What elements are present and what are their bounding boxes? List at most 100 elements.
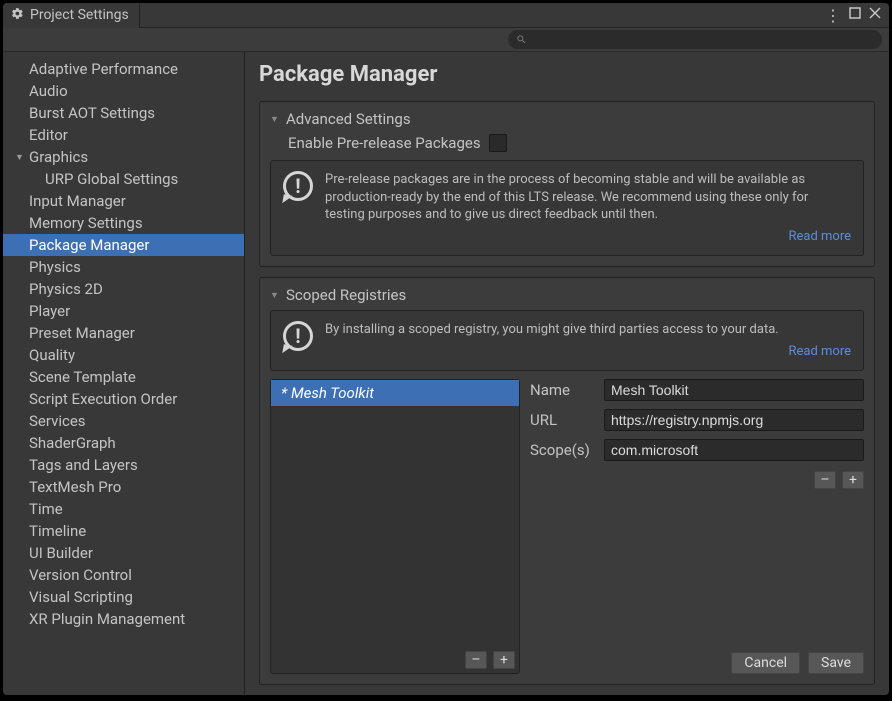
chevron-icon: ▼ [15, 152, 27, 163]
search-toolbar [3, 28, 889, 52]
add-scope-button[interactable]: + [842, 471, 864, 489]
remove-registry-button[interactable]: – [465, 651, 487, 669]
page-title: Package Manager [259, 62, 875, 87]
titlebar: Project Settings ⋮ [3, 3, 889, 28]
registry-scopes-label: Scope(s) [530, 441, 594, 459]
sidebar-item-ui-builder[interactable]: UI Builder [3, 542, 244, 564]
sidebar-item-graphics[interactable]: ▼Graphics [3, 146, 244, 168]
advanced-settings-header-label: Advanced Settings [286, 110, 411, 128]
scoped-registries-header[interactable]: ▼ Scoped Registries [270, 286, 864, 304]
sidebar-item-shadergraph[interactable]: ShaderGraph [3, 432, 244, 454]
sidebar-item-adaptive-performance[interactable]: Adaptive Performance [3, 58, 244, 80]
sidebar-item-player[interactable]: Player [3, 300, 244, 322]
sidebar-item-label: Scene Template [29, 368, 136, 386]
sidebar-item-script-execution-order[interactable]: Script Execution Order [3, 388, 244, 410]
scoped-info-text: By installing a scoped registry, you mig… [325, 322, 779, 337]
sidebar-item-label: TextMesh Pro [29, 478, 121, 496]
sidebar-item-textmesh-pro[interactable]: TextMesh Pro [3, 476, 244, 498]
window-title: Project Settings [30, 7, 129, 23]
sidebar-item-label: Timeline [29, 522, 86, 540]
advanced-settings-header[interactable]: ▼ Advanced Settings [270, 110, 864, 128]
sidebar-item-label: Version Control [29, 566, 132, 584]
gear-icon [11, 7, 24, 24]
sidebar-item-label: Adaptive Performance [29, 60, 178, 78]
scoped-info-box: ! By installing a scoped registry, you m… [270, 310, 864, 371]
close-icon[interactable] [869, 7, 881, 23]
info-icon: ! [283, 171, 313, 201]
sidebar-item-audio[interactable]: Audio [3, 80, 244, 102]
sidebar-item-label: Graphics [29, 148, 88, 166]
sidebar-item-input-manager[interactable]: Input Manager [3, 190, 244, 212]
sidebar-item-urp-global-settings[interactable]: URP Global Settings [3, 168, 244, 190]
remove-scope-button[interactable]: – [814, 471, 836, 489]
window-tab[interactable]: Project Settings [3, 3, 140, 28]
enable-prerelease-checkbox[interactable] [489, 134, 507, 152]
settings-sidebar: Adaptive Performance Audio Burst AOT Setti… [3, 52, 245, 695]
sidebar-item-label: URP Global Settings [45, 170, 178, 188]
registry-url-label: URL [530, 411, 594, 429]
maximize-icon[interactable] [849, 7, 861, 23]
registry-list-item[interactable]: * Mesh Toolkit [271, 380, 519, 406]
sidebar-item-label: Package Manager [29, 236, 149, 254]
sidebar-item-label: Physics 2D [29, 280, 103, 298]
sidebar-item-time[interactable]: Time [3, 498, 244, 520]
chevron-down-icon: ▼ [270, 114, 282, 125]
sidebar-item-xr-plugin-management[interactable]: XR Plugin Management [3, 608, 244, 630]
sidebar-item-memory-settings[interactable]: Memory Settings [3, 212, 244, 234]
advanced-settings-section: ▼ Advanced Settings Enable Pre-release P… [259, 101, 875, 267]
sidebar-item-physics[interactable]: Physics [3, 256, 244, 278]
sidebar-item-label: Time [29, 500, 63, 518]
kebab-menu-icon[interactable]: ⋮ [825, 6, 841, 25]
sidebar-item-label: Preset Manager [29, 324, 135, 342]
chevron-down-icon: ▼ [270, 290, 282, 301]
prerelease-read-more-link[interactable]: Read more [325, 228, 851, 246]
main-panel: Package Manager ▼ Advanced Settings Enab… [245, 52, 889, 695]
sidebar-item-label: Physics [29, 258, 81, 276]
prerelease-info-text: Pre-release packages are in the process … [325, 172, 808, 222]
info-icon: ! [283, 321, 313, 351]
sidebar-item-label: Script Execution Order [29, 390, 177, 408]
cancel-button[interactable]: Cancel [731, 652, 800, 674]
sidebar-item-burst-aot-settings[interactable]: Burst AOT Settings [3, 102, 244, 124]
registry-list: * Mesh Toolkit – + [270, 379, 520, 674]
sidebar-item-label: Visual Scripting [29, 588, 133, 606]
sidebar-item-label: Services [29, 412, 86, 430]
sidebar-item-scene-template[interactable]: Scene Template [3, 366, 244, 388]
sidebar-item-label: Editor [29, 126, 68, 144]
sidebar-item-visual-scripting[interactable]: Visual Scripting [3, 586, 244, 608]
save-button[interactable]: Save [808, 652, 864, 674]
registry-scope-input[interactable] [604, 439, 864, 461]
sidebar-item-quality[interactable]: Quality [3, 344, 244, 366]
sidebar-item-label: Tags and Layers [29, 456, 138, 474]
sidebar-item-label: XR Plugin Management [29, 610, 185, 628]
sidebar-item-label: Quality [29, 346, 75, 364]
registry-form: Name URL Scope(s) – + [530, 379, 864, 674]
sidebar-item-label: ShaderGraph [29, 434, 116, 452]
registry-name-label: Name [530, 381, 594, 399]
sidebar-item-physics-2d[interactable]: Physics 2D [3, 278, 244, 300]
registry-url-input[interactable] [604, 409, 864, 431]
search-input[interactable] [533, 33, 874, 47]
sidebar-item-tags-and-layers[interactable]: Tags and Layers [3, 454, 244, 476]
add-registry-button[interactable]: + [493, 651, 515, 669]
sidebar-item-timeline[interactable]: Timeline [3, 520, 244, 542]
sidebar-item-label: Burst AOT Settings [29, 104, 155, 122]
sidebar-item-label: Input Manager [29, 192, 126, 210]
sidebar-item-editor[interactable]: Editor [3, 124, 244, 146]
sidebar-item-version-control[interactable]: Version Control [3, 564, 244, 586]
prerelease-info-box: ! Pre-release packages are in the proces… [270, 160, 864, 256]
scoped-registries-body: * Mesh Toolkit – + Name URL [270, 379, 864, 674]
search-icon [516, 34, 527, 45]
sidebar-item-preset-manager[interactable]: Preset Manager [3, 322, 244, 344]
scoped-read-more-link[interactable]: Read more [325, 343, 851, 361]
sidebar-item-services[interactable]: Services [3, 410, 244, 432]
project-settings-window: Project Settings ⋮ Adaptive PerformanceA… [3, 3, 889, 695]
sidebar-item-label: Player [29, 302, 70, 320]
search-field-wrap[interactable] [508, 30, 882, 49]
enable-prerelease-label: Enable Pre-release Packages [288, 134, 481, 152]
scoped-registries-section: ▼ Scoped Registries ! By installing a sc… [259, 277, 875, 685]
sidebar-item-label: UI Builder [29, 544, 93, 562]
sidebar-item-package-manager[interactable]: Package Manager [3, 234, 244, 256]
registry-name-input[interactable] [604, 379, 864, 401]
scoped-registries-header-label: Scoped Registries [286, 286, 406, 304]
